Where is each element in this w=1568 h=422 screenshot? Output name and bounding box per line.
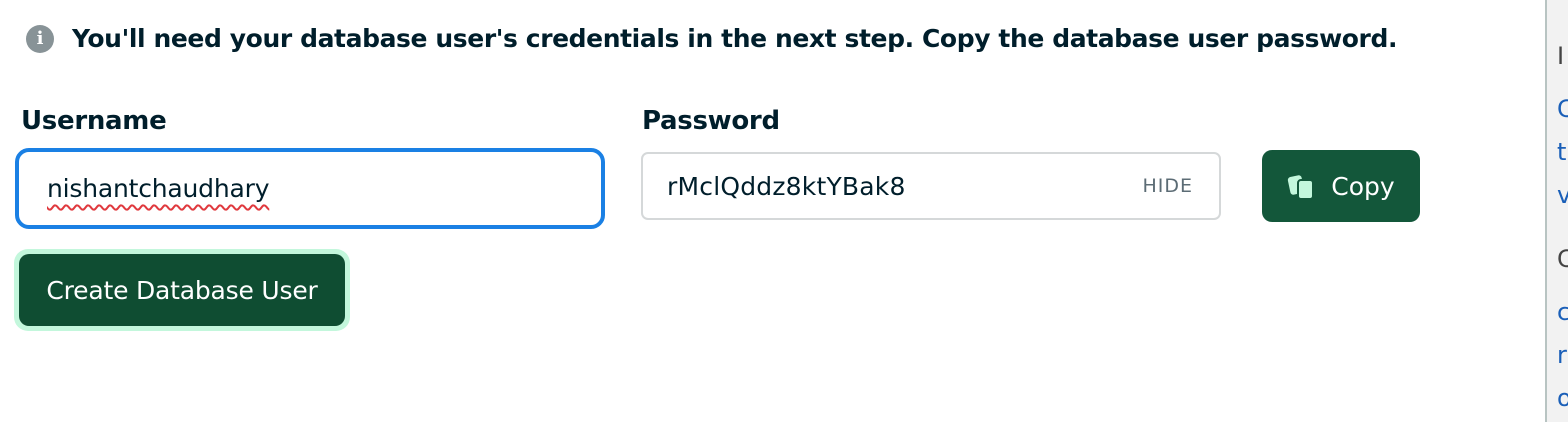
side-text-fragment: I bbox=[1557, 42, 1565, 70]
side-link-fragment[interactable]: t bbox=[1557, 138, 1566, 166]
username-value[interactable]: nishantchaudhary bbox=[47, 174, 269, 203]
side-link-fragment[interactable]: c bbox=[1557, 298, 1568, 326]
copy-icon bbox=[1287, 171, 1317, 201]
copy-button-label: Copy bbox=[1331, 171, 1395, 201]
username-label: Username bbox=[21, 106, 167, 136]
side-link-fragment[interactable]: v bbox=[1557, 181, 1568, 209]
create-database-user-button[interactable]: Create Database User bbox=[19, 254, 345, 326]
info-message: You'll need your database user's credent… bbox=[72, 24, 1398, 53]
create-button-label: Create Database User bbox=[46, 275, 318, 305]
side-text-fragment: C bbox=[1557, 245, 1568, 273]
create-button-focus-ring: Create Database User bbox=[14, 249, 350, 331]
info-banner: i You'll need your database user's crede… bbox=[26, 24, 1397, 53]
info-icon: i bbox=[26, 24, 54, 53]
right-side-panel: I C t v C c r o bbox=[1547, 0, 1568, 422]
side-link-fragment[interactable]: o bbox=[1557, 384, 1568, 412]
password-value[interactable]: rMclQddz8ktYBak8 bbox=[667, 172, 906, 201]
side-link-fragment[interactable]: r bbox=[1557, 341, 1567, 369]
hide-password-toggle[interactable]: HIDE bbox=[1142, 175, 1193, 197]
side-link-fragment[interactable]: C bbox=[1557, 95, 1568, 123]
password-input[interactable]: rMclQddz8ktYBak8 HIDE bbox=[641, 152, 1221, 220]
username-input[interactable]: nishantchaudhary bbox=[15, 148, 605, 229]
password-label: Password bbox=[642, 106, 780, 136]
copy-button[interactable]: Copy bbox=[1262, 150, 1420, 222]
